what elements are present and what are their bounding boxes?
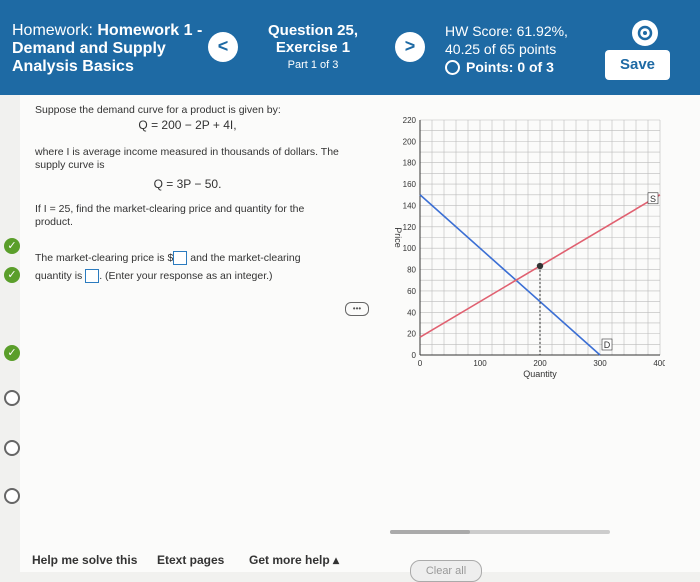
question-info: Question 25, Exercise 1 Part 1 of 3 xyxy=(258,22,368,71)
y-tick-label: 40 xyxy=(407,308,416,317)
chevron-up-icon: ▴ xyxy=(333,553,340,567)
x-tick-label: 300 xyxy=(593,359,607,368)
y-tick-label: 120 xyxy=(403,223,417,232)
horizontal-scrollbar[interactable] xyxy=(390,530,610,534)
y-tick-label: 60 xyxy=(407,287,416,296)
empty-circle-icon[interactable] xyxy=(4,390,20,406)
x-tick-label: 400 xyxy=(653,359,665,368)
y-tick-label: 0 xyxy=(412,351,417,360)
y-tick-label: 220 xyxy=(403,116,417,125)
clear-all-button[interactable]: Clear all xyxy=(410,560,482,582)
hw-score: HW Score: 61.92%, 40.25 of 65 points xyxy=(445,23,568,57)
series-label-s: S xyxy=(650,194,656,204)
task-text: If I = 25, find the market-clearing pric… xyxy=(35,203,305,228)
x-axis-label: Quantity xyxy=(523,369,557,379)
x-tick-label: 100 xyxy=(473,359,487,368)
settings-gear-icon[interactable] xyxy=(632,20,658,46)
etext-pages-link[interactable]: Etext pages xyxy=(157,553,224,567)
next-question-button[interactable]: > xyxy=(395,32,425,62)
y-tick-label: 160 xyxy=(403,180,417,189)
equilibrium-point xyxy=(536,262,544,270)
series-line-d xyxy=(419,194,601,356)
empty-circle-icon[interactable] xyxy=(4,440,20,456)
panel-divider-handle[interactable]: ••• xyxy=(345,302,369,316)
header-bar: Homework: Homework 1 - Demand and Supply… xyxy=(0,0,700,95)
points-circle-icon xyxy=(445,59,460,75)
question-part: Part 1 of 3 xyxy=(287,59,339,71)
question-title: Question 25, Exercise 1 xyxy=(267,22,359,56)
series-label-d: D xyxy=(604,340,611,350)
points-row: Points: 0 of 3 xyxy=(445,58,595,76)
check-icon[interactable]: ✓ xyxy=(4,238,20,254)
quantity-input[interactable] xyxy=(85,269,100,284)
score-panel: HW Score: 61.92%, 40.25 of 65 points Poi… xyxy=(445,22,595,76)
homework-title: Homework: Homework 1 - Demand and Supply… xyxy=(12,22,203,75)
previous-question-button[interactable]: < xyxy=(208,32,238,62)
y-axis-label: Price xyxy=(393,227,403,248)
scrollbar-thumb[interactable] xyxy=(390,530,470,534)
y-tick-label: 100 xyxy=(403,244,417,253)
price-input[interactable] xyxy=(173,251,188,266)
get-more-help-link[interactable]: Get more help ▴ xyxy=(249,553,339,567)
help-me-solve-link[interactable]: Help me solve this xyxy=(32,553,137,567)
x-tick-label: 0 xyxy=(418,359,423,368)
y-tick-label: 20 xyxy=(407,330,416,339)
supply-demand-chart: 0 20 40 60 80 100 120 140 160 180 200 220 0 100 200 300… xyxy=(393,116,665,379)
answer-line: The market-clearing price is $ and the m… xyxy=(35,251,301,284)
y-tick-label: 180 xyxy=(403,159,417,168)
problem-text: Suppose the demand curve for a product i… xyxy=(35,104,340,285)
supply-equation: Q = 3P − 50. xyxy=(153,177,222,191)
x-tick-label: 200 xyxy=(533,359,547,368)
save-button[interactable]: Save xyxy=(605,50,670,80)
y-tick-label: 200 xyxy=(403,137,417,146)
check-icon[interactable]: ✓ xyxy=(4,345,20,361)
question-progress-rail: ✓ ✓ ✓ xyxy=(0,95,20,572)
check-icon[interactable]: ✓ xyxy=(4,267,20,283)
y-tick-label: 80 xyxy=(407,266,416,275)
empty-circle-icon[interactable] xyxy=(4,488,20,504)
demand-equation: Q = 200 − 2P + 4I, xyxy=(138,118,237,132)
y-tick-label: 140 xyxy=(403,201,417,210)
